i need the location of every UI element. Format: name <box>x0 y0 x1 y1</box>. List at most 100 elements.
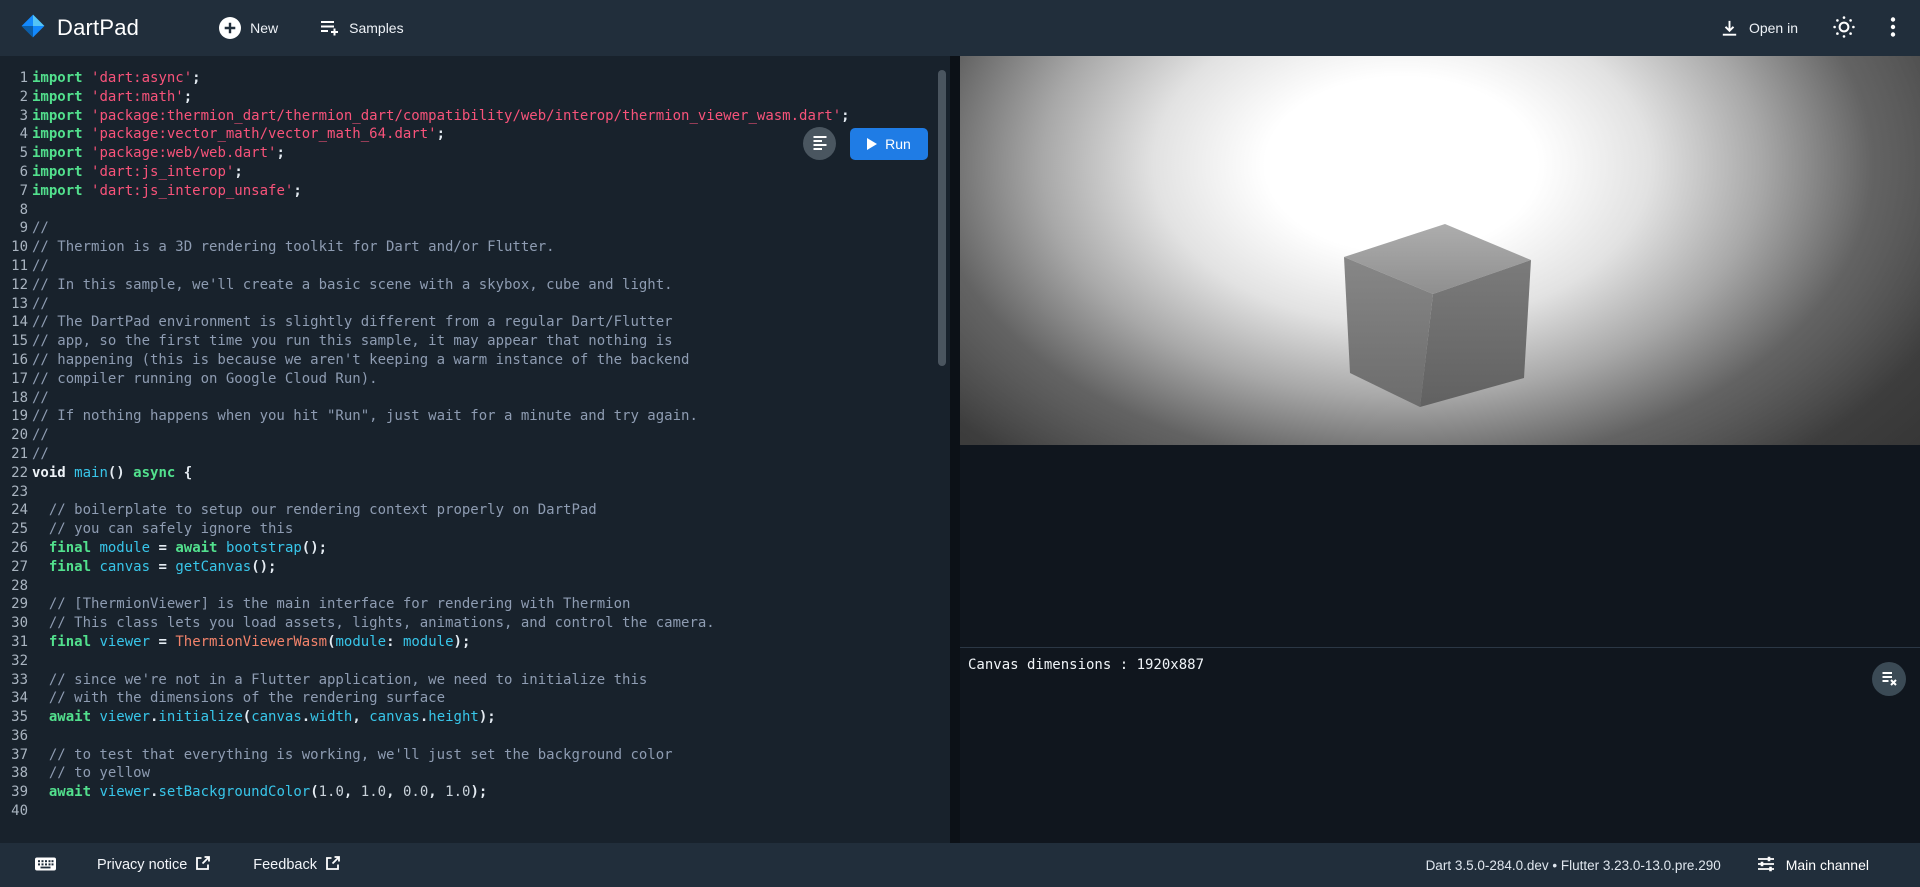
editor-scrollbar[interactable] <box>938 70 946 366</box>
line-number: 6 <box>0 163 28 182</box>
code-line: 39 await viewer.setBackgroundColor(1.0, … <box>0 783 950 802</box>
line-number: 1 <box>0 69 28 88</box>
line-number: 34 <box>0 689 28 708</box>
code-line-text: // [ThermionViewer] is the main interfac… <box>28 595 630 614</box>
code-line-text: import 'dart:js_interop_unsafe'; <box>28 182 302 201</box>
code-line-text: // app, so the first time you run this s… <box>28 332 673 351</box>
code-line-text: // <box>28 257 49 276</box>
code-line: 2import 'dart:math'; <box>0 88 950 107</box>
code-line-text <box>28 727 32 746</box>
new-button-label: New <box>250 20 278 36</box>
code-line: 16// happening (this is because we aren'… <box>0 351 950 370</box>
line-number: 20 <box>0 426 28 445</box>
code-line-text: void main() async { <box>28 464 192 483</box>
format-button[interactable] <box>803 127 836 160</box>
download-icon <box>1719 18 1740 39</box>
line-number: 2 <box>0 88 28 107</box>
code-line-text: // since we're not in a Flutter applicat… <box>28 671 647 690</box>
code-line: 28 <box>0 577 950 596</box>
privacy-notice-link[interactable]: Privacy notice <box>97 855 211 875</box>
code-line: 29 // [ThermionViewer] is the main inter… <box>0 595 950 614</box>
code-line-text: // The DartPad environment is slightly d… <box>28 313 673 332</box>
code-line: 36 <box>0 727 950 746</box>
code-line-text: // compiler running on Google Cloud Run)… <box>28 370 378 389</box>
code-line-text: // happening (this is because we aren't … <box>28 351 689 370</box>
feedback-link[interactable]: Feedback <box>253 855 341 875</box>
code-line: 11// <box>0 257 950 276</box>
line-number: 37 <box>0 746 28 765</box>
code-line-text: import 'package:web/web.dart'; <box>28 144 285 163</box>
line-number: 40 <box>0 802 28 821</box>
code-line-text: // <box>28 295 49 314</box>
code-line: 33 // since we're not in a Flutter appli… <box>0 671 950 690</box>
theme-toggle-button[interactable] <box>1832 15 1856 42</box>
code-line-text <box>28 577 32 596</box>
line-number: 36 <box>0 727 28 746</box>
open-in-button[interactable]: Open in <box>1719 18 1798 39</box>
line-number: 12 <box>0 276 28 295</box>
panel-splitter[interactable] <box>950 56 960 843</box>
code-line: 40 <box>0 802 950 821</box>
run-button-label: Run <box>885 136 911 152</box>
code-line: 12// In this sample, we'll create a basi… <box>0 276 950 295</box>
cube-3d <box>1340 223 1534 412</box>
code-line: 19// If nothing happens when you hit "Ru… <box>0 407 950 426</box>
line-number: 21 <box>0 445 28 464</box>
overflow-menu-button[interactable] <box>1890 15 1896 42</box>
code-line-text: // boilerplate to setup our rendering co… <box>28 501 597 520</box>
code-line: 13// <box>0 295 950 314</box>
code-line-text: // <box>28 389 49 408</box>
code-lines: 1import 'dart:async';2import 'dart:math'… <box>0 56 950 821</box>
code-line: 34 // with the dimensions of the renderi… <box>0 689 950 708</box>
tune-icon <box>1756 854 1776 877</box>
code-line-text: import 'dart:math'; <box>28 88 192 107</box>
line-number: 14 <box>0 313 28 332</box>
line-number: 25 <box>0 520 28 539</box>
code-line-text: // Thermion is a 3D rendering toolkit fo… <box>28 238 555 257</box>
code-line: 8 <box>0 201 950 220</box>
line-number: 17 <box>0 370 28 389</box>
render-canvas[interactable] <box>960 56 1920 445</box>
line-number: 10 <box>0 238 28 257</box>
code-line: 15// app, so the first time you run this… <box>0 332 950 351</box>
line-number: 11 <box>0 257 28 276</box>
code-line: 31 final viewer = ThermionViewerWasm(mod… <box>0 633 950 652</box>
code-line: 38 // to yellow <box>0 764 950 783</box>
samples-button[interactable]: Samples <box>318 17 403 39</box>
channel-selector[interactable]: Main channel <box>1756 854 1869 877</box>
code-line-text: // you can safely ignore this <box>28 520 293 539</box>
open-in-label: Open in <box>1749 20 1798 36</box>
external-link-icon <box>325 855 341 875</box>
line-number: 33 <box>0 671 28 690</box>
line-number: 8 <box>0 201 28 220</box>
status-bar: Privacy notice Feedback Dart 3.5.0-284.0… <box>0 843 1920 887</box>
code-line: 37 // to test that everything is working… <box>0 746 950 765</box>
code-line: 3import 'package:thermion_dart/thermion_… <box>0 107 950 126</box>
code-line: 17// compiler running on Google Cloud Ru… <box>0 370 950 389</box>
line-number: 35 <box>0 708 28 727</box>
code-line-text: // This class lets you load assets, ligh… <box>28 614 715 633</box>
code-line-text: // <box>28 219 49 238</box>
run-button[interactable]: Run <box>850 128 928 160</box>
code-line: 32 <box>0 652 950 671</box>
line-number: 15 <box>0 332 28 351</box>
keyboard-icon <box>34 854 57 877</box>
code-line: 7import 'dart:js_interop_unsafe'; <box>0 182 950 201</box>
code-line: 10// Thermion is a 3D rendering toolkit … <box>0 238 950 257</box>
line-number: 4 <box>0 125 28 144</box>
line-number: 38 <box>0 764 28 783</box>
code-line-text: // <box>28 426 49 445</box>
code-line: 1import 'dart:async'; <box>0 69 950 88</box>
header-right: Open in <box>1719 15 1896 42</box>
code-editor[interactable]: 1import 'dart:async';2import 'dart:math'… <box>0 56 950 843</box>
clear-console-button[interactable] <box>1872 662 1906 696</box>
line-number: 29 <box>0 595 28 614</box>
new-button[interactable]: New <box>219 17 278 39</box>
line-number: 39 <box>0 783 28 802</box>
line-number: 32 <box>0 652 28 671</box>
code-line: 25 // you can safely ignore this <box>0 520 950 539</box>
main-area: 1import 'dart:async';2import 'dart:math'… <box>0 56 1920 843</box>
plus-icon <box>219 17 241 39</box>
dartpad-app: DartPad New Samples <box>0 0 1920 887</box>
keyboard-shortcuts-button[interactable] <box>34 854 57 877</box>
